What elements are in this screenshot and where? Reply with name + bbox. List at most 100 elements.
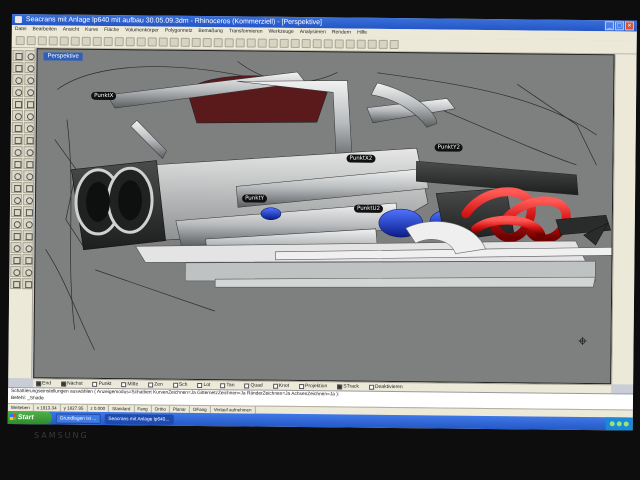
rectangle-tool-icon[interactable] [12, 98, 24, 110]
osnap-near[interactable]: Nächst [61, 380, 83, 388]
cplane-icon[interactable] [224, 38, 234, 48]
undo-icon[interactable] [103, 36, 113, 47]
rotate-view-icon[interactable] [136, 37, 146, 47]
menu-surface[interactable]: Fläche [104, 26, 119, 35]
trim-icon[interactable] [10, 217, 22, 230]
osnap-center[interactable]: Zen [148, 380, 163, 388]
osnap-tan[interactable]: Tan [220, 381, 235, 389]
rendered-icon[interactable] [257, 38, 267, 48]
osnap-perp-checkbox[interactable] [197, 382, 203, 388]
menu-dimension[interactable]: Bemaßung [198, 27, 223, 36]
zoom-window-icon[interactable] [158, 37, 168, 47]
extend-curve-icon[interactable] [23, 122, 35, 134]
shaded-icon[interactable] [246, 38, 256, 48]
cut-icon[interactable] [70, 36, 80, 46]
arc-tool-icon[interactable] [12, 86, 24, 98]
osnap-mid[interactable]: Mitte [121, 380, 138, 388]
menu-render[interactable]: Rendern [332, 28, 351, 37]
explode-icon[interactable] [22, 206, 34, 218]
osnap-intersection-checkbox[interactable] [172, 382, 178, 388]
maximize-viewport-icon[interactable] [213, 38, 223, 48]
tray-network-icon[interactable] [609, 421, 615, 427]
array-icon[interactable] [10, 265, 22, 278]
tray-security-icon[interactable] [623, 421, 629, 427]
polygon-tool-icon[interactable] [24, 98, 36, 110]
circle-tool-icon[interactable] [24, 74, 36, 86]
menu-curve[interactable]: Kurve [85, 26, 98, 35]
help-icon[interactable] [389, 39, 399, 50]
render-icon[interactable] [345, 39, 355, 49]
taskbar-item-rhino[interactable]: Seacrans mit Anlage lp640... [104, 413, 174, 425]
taskbar-item-folder[interactable]: Grundlagen ist ... [55, 412, 101, 424]
scale-object-icon[interactable] [10, 253, 22, 266]
offset-curve-icon[interactable] [11, 122, 23, 134]
osnap-tan-checkbox[interactable] [220, 382, 226, 388]
osnap-end[interactable]: End [36, 379, 51, 387]
osnap-icon[interactable] [334, 39, 344, 49]
group-icon[interactable] [10, 229, 22, 242]
osnap-knot[interactable]: Knot [272, 382, 289, 390]
surface-corner-icon[interactable] [11, 134, 23, 146]
revolve-icon[interactable] [23, 146, 35, 158]
light-icon[interactable] [367, 39, 377, 49]
osnap-end-checkbox[interactable] [36, 380, 42, 386]
sphere-tool-icon[interactable] [11, 170, 23, 182]
copy-icon[interactable] [81, 36, 91, 46]
analyze-direction-icon[interactable] [22, 266, 34, 278]
menu-edit[interactable]: Bearbeiten [32, 25, 56, 34]
osnap-point-checkbox[interactable] [92, 381, 98, 387]
loft-icon[interactable] [11, 146, 23, 158]
osnap-project[interactable]: Projektion [299, 382, 327, 390]
menu-help[interactable]: Hilfe [357, 29, 367, 38]
save-icon[interactable] [37, 36, 47, 46]
menu-mesh[interactable]: Polygonnetz [165, 27, 193, 36]
mesh-tool-icon[interactable] [10, 194, 23, 206]
print-icon[interactable] [48, 36, 58, 46]
hide-icon[interactable] [279, 38, 289, 48]
paste-icon[interactable] [92, 36, 102, 46]
menu-tools[interactable]: Werkzeuge [268, 28, 294, 37]
osnap-disable-checkbox[interactable] [368, 384, 374, 390]
menu-file[interactable]: Datei [15, 25, 27, 34]
layer-icon[interactable] [312, 39, 322, 49]
start-button[interactable]: Start [7, 410, 52, 425]
osnap-mid-checkbox[interactable] [121, 381, 127, 387]
layer-tool-icon[interactable] [22, 278, 34, 290]
render-tool-icon[interactable] [10, 277, 22, 290]
four-viewports-icon[interactable] [202, 37, 212, 48]
ellipse-tool-icon[interactable] [24, 86, 36, 98]
boolean-difference-icon[interactable] [23, 182, 35, 194]
box-tool-icon[interactable] [23, 158, 35, 170]
viewport-title[interactable]: Perspektive [43, 52, 83, 61]
text-tool-icon[interactable] [11, 110, 23, 122]
cylinder-tool-icon[interactable] [23, 170, 35, 182]
mirror-icon[interactable] [22, 254, 34, 266]
perspective-viewport[interactable]: Perspektive PunktX PunktX2 PunktY PunktU… [33, 48, 615, 385]
zoom-selected-icon[interactable] [180, 37, 190, 47]
osnap-perp[interactable]: Lot [197, 381, 210, 389]
osnap-strack-checkbox[interactable] [337, 383, 343, 389]
osnap-point[interactable]: Punkt [92, 380, 112, 388]
close-button[interactable]: × [624, 21, 634, 31]
curve-tool-icon[interactable] [12, 74, 24, 86]
maximize-button[interactable]: □ [614, 21, 624, 31]
pan-icon[interactable] [125, 37, 135, 47]
osnap-strack[interactable]: STrack [337, 382, 359, 390]
tray-volume-icon[interactable] [616, 421, 622, 427]
zoom-extents-icon[interactable] [169, 37, 179, 47]
wireframe-icon[interactable] [235, 38, 245, 48]
options-icon[interactable] [378, 39, 388, 49]
point-tool-icon[interactable] [24, 50, 36, 62]
osnap-near-checkbox[interactable] [61, 381, 67, 387]
line-tool-icon[interactable] [12, 62, 24, 74]
osnap-center-checkbox[interactable] [148, 381, 154, 387]
lock-icon[interactable] [301, 39, 311, 49]
fillet-curve-icon[interactable] [23, 110, 35, 122]
extrude-icon[interactable] [23, 134, 35, 146]
show-icon[interactable] [290, 38, 300, 49]
menu-view[interactable]: Ansicht [63, 26, 79, 35]
boolean-union-icon[interactable] [11, 182, 23, 194]
redo-icon[interactable] [114, 37, 124, 47]
osnap-quad-checkbox[interactable] [244, 382, 250, 389]
select-tool-icon[interactable] [12, 50, 24, 62]
